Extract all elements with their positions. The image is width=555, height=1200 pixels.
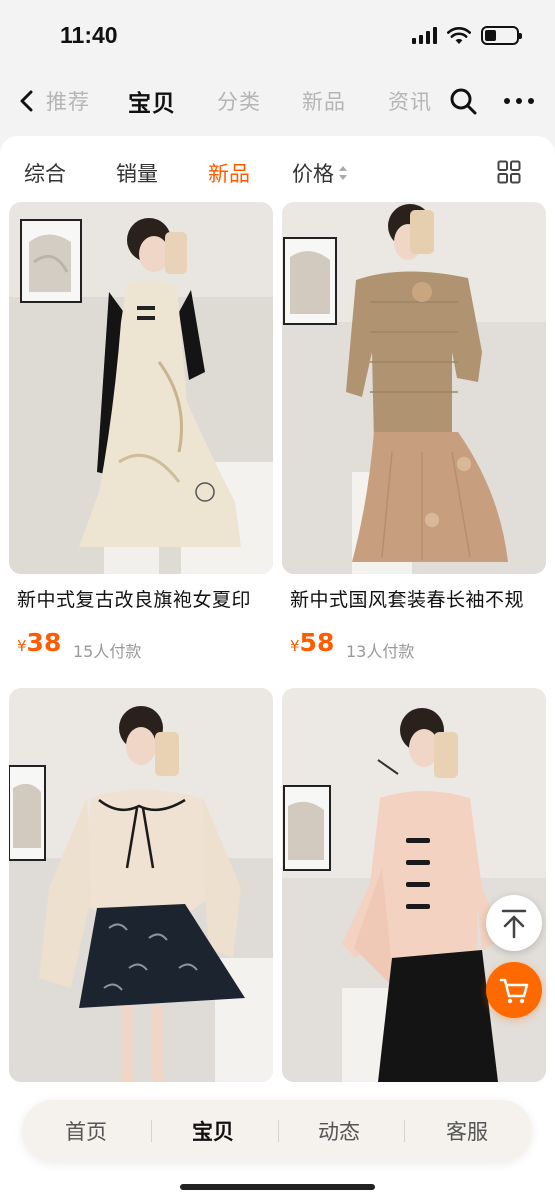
product-image[interactable] — [9, 688, 273, 1082]
status-time: 11:40 — [60, 22, 118, 48]
sort-new[interactable]: 新品 — [208, 158, 250, 188]
price-value: 58 — [299, 628, 335, 657]
product-image[interactable] — [9, 202, 273, 574]
product-image[interactable] — [282, 202, 546, 574]
home-indicator — [180, 1184, 375, 1190]
back-icon[interactable] — [14, 86, 42, 116]
sold-count: 15人付款 — [73, 642, 142, 661]
cellular-signal-icon — [412, 27, 437, 44]
shop-nav-bar: 推荐 宝贝 分类 新品 资讯 — [0, 74, 555, 130]
sort-overall[interactable]: 综合 — [24, 158, 66, 188]
product-card[interactable]: 新中式国风套装春长袖不规 ¥58 13人付款 — [282, 202, 546, 672]
tab-divider — [151, 1120, 152, 1142]
product-title[interactable]: 新中式复古改良旗袍女夏印 — [17, 585, 273, 612]
tab-recommend[interactable]: 推荐 — [46, 86, 90, 116]
wifi-icon — [447, 26, 471, 44]
status-icons — [412, 26, 522, 45]
bottom-tab-products[interactable]: 宝贝 — [192, 1116, 234, 1146]
scroll-top-button[interactable] — [486, 895, 542, 951]
more-icon[interactable] — [502, 88, 536, 114]
scroll-top-icon — [501, 909, 527, 939]
product-title[interactable]: 新中式国风套装春长袖不规 — [290, 585, 546, 612]
tab-news[interactable]: 资讯 — [388, 86, 432, 116]
product-card[interactable]: 新中式复古改良旗袍女夏印 ¥38 15人付款 — [9, 202, 273, 672]
sort-price[interactable]: 价格 — [292, 158, 348, 188]
cart-button[interactable] — [486, 962, 542, 1018]
tab-divider — [278, 1120, 279, 1142]
tab-divider — [404, 1120, 405, 1142]
sort-price-label: 价格 — [292, 162, 334, 186]
sort-bar: 综合 销量 新品 价格 — [0, 130, 555, 200]
tab-new[interactable]: 新品 — [302, 86, 346, 116]
product-card[interactable] — [282, 688, 546, 1098]
currency-symbol: ¥ — [290, 637, 300, 655]
bottom-tab-feed[interactable]: 动态 — [318, 1116, 360, 1146]
bottom-tab-service[interactable]: 客服 — [446, 1116, 488, 1146]
product-price: ¥38 — [17, 628, 61, 657]
price-value: 38 — [26, 628, 62, 657]
sort-sales[interactable]: 销量 — [116, 158, 158, 188]
cart-icon — [499, 978, 529, 1004]
status-bar: 11:40 — [0, 0, 555, 74]
tab-categories[interactable]: 分类 — [217, 86, 261, 116]
battery-icon — [481, 26, 522, 45]
bottom-tab-home[interactable]: 首页 — [65, 1116, 107, 1146]
search-icon[interactable] — [448, 86, 478, 116]
bottom-tab-bar: 首页 宝贝 动态 客服 — [22, 1100, 532, 1162]
product-price: ¥58 — [290, 628, 334, 657]
product-card[interactable] — [9, 688, 273, 1098]
currency-symbol: ¥ — [17, 637, 27, 655]
sold-count: 13人付款 — [346, 642, 415, 661]
tab-products[interactable]: 宝贝 — [128, 84, 176, 118]
product-image[interactable] — [282, 688, 546, 1082]
price-sort-icon — [339, 166, 347, 180]
grid-view-icon[interactable] — [497, 160, 521, 184]
